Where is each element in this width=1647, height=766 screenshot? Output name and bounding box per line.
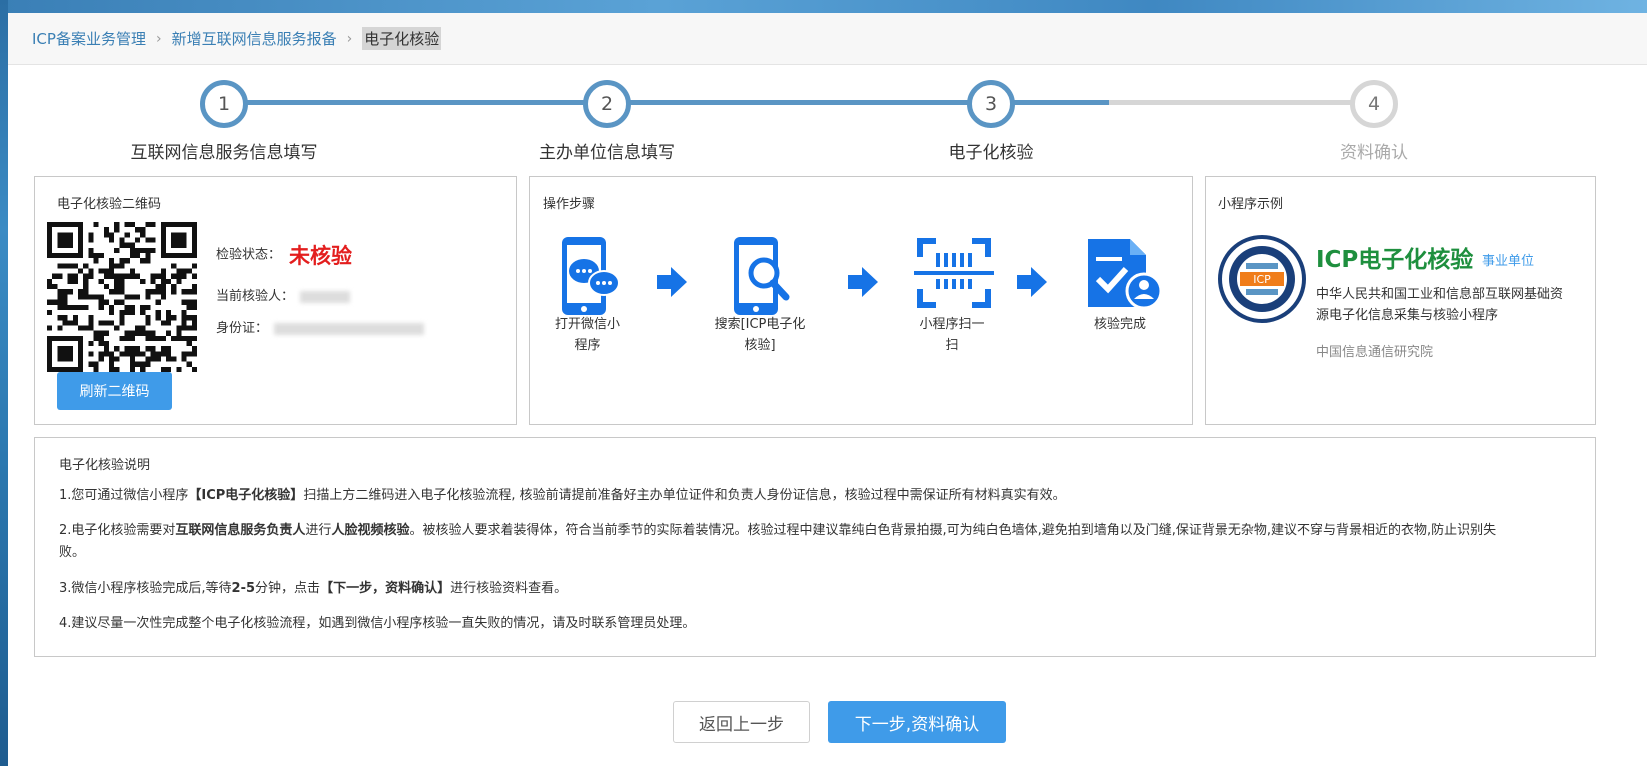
arrow-right-icon bbox=[1017, 267, 1047, 297]
miniprogram-panel-title: 小程序示例 bbox=[1218, 197, 1284, 212]
wechat-phone-icon bbox=[562, 237, 620, 315]
operation-steps-title: 操作步骤 bbox=[543, 197, 596, 212]
search-phone-icon bbox=[734, 237, 790, 315]
caict-logo-icon: ICP bbox=[1218, 235, 1306, 323]
top-banner bbox=[0, 0, 1647, 13]
miniprogram-tag: 事业单位 bbox=[1482, 254, 1535, 269]
miniprogram-title: ICP电子化核验 bbox=[1316, 247, 1474, 273]
step-label-1: 互联网信息服务信息填写 bbox=[130, 143, 318, 163]
scan-icon bbox=[914, 238, 994, 308]
step-circle-3: 3 bbox=[967, 80, 1015, 128]
step-label-2: 主办单位信息填写 bbox=[539, 143, 675, 163]
operation-step-3-label: 小程序扫一 扫 bbox=[919, 317, 985, 353]
miniprogram-example-panel: 小程序示例 ICP ICP电子化核验 事业单位 中华人民共和国工业和信息部互联网… bbox=[1205, 176, 1596, 425]
qr-panel-title: 电子化核验二维码 bbox=[57, 197, 162, 212]
step-circle-4: 4 bbox=[1350, 80, 1398, 128]
svg-text:ICP: ICP bbox=[1253, 273, 1271, 286]
status-badge: 未核验 bbox=[289, 244, 353, 268]
miniprogram-description: 中华人民共和国工业和信息部互联网基础资源电子化信息采集与核验小程序 bbox=[1316, 287, 1564, 323]
next-button[interactable]: 下一步,资料确认 bbox=[828, 701, 1006, 743]
step-label-4: 资料确认 bbox=[1340, 143, 1408, 163]
operation-step-2-label: 搜索[ICP电子化 核验] bbox=[714, 317, 806, 353]
step-circle-1: 1 bbox=[200, 80, 248, 128]
id-number-redacted bbox=[274, 322, 425, 335]
refresh-qr-button[interactable]: 刷新二维码 bbox=[57, 372, 172, 410]
progress-stepper: 1 2 3 4 互联网信息服务信息填写 主办单位信息填写 电子化核验 资料确认 bbox=[8, 13, 1647, 173]
id-row: 身份证： bbox=[216, 317, 425, 336]
status-label: 检验状态： bbox=[216, 247, 282, 263]
operation-steps-panel: 操作步骤 打开微信小 程序 搜索[ICP电子化 核验] 小程序扫一 扫 核验完成 bbox=[529, 176, 1193, 425]
main-panel: ICP备案业务管理 › 新增互联网信息服务报备 › 电子化核验 1 2 3 4 … bbox=[8, 13, 1647, 766]
qr-code-panel: 电子化核验二维码 检验状态： 未核验 当前核验人： 身份证： 刷新二维码 bbox=[34, 176, 517, 425]
explanation-item-2: 2.电子化核验需要对互联网信息服务负责人进行人脸视频核验。被核验人要求着装得体，… bbox=[59, 523, 1497, 560]
verifier-label: 当前核验人： bbox=[216, 289, 295, 304]
explanation-title: 电子化核验说明 bbox=[59, 458, 151, 473]
explanation-panel: 电子化核验说明 1.您可通过微信小程序【ICP电子化核验】扫描上方二维码进入电子… bbox=[34, 437, 1596, 657]
qr-code-icon bbox=[47, 222, 197, 372]
operation-step-4-label: 核验完成 bbox=[1093, 317, 1146, 332]
explanation-item-3: 3.微信小程序核验完成后,等待2-5分钟，点击【下一步，资料确认】进行核验资料查… bbox=[59, 581, 568, 596]
left-sidebar-edge bbox=[0, 0, 8, 766]
id-label: 身份证： bbox=[216, 321, 269, 336]
explanation-item-1: 1.您可通过微信小程序【ICP电子化核验】扫描上方二维码进入电子化核验流程, 核… bbox=[59, 488, 1066, 503]
status-row: 检验状态： 未核验 bbox=[216, 240, 352, 270]
step-label-3: 电子化核验 bbox=[948, 143, 1034, 163]
miniprogram-org: 中国信息通信研究院 bbox=[1316, 345, 1434, 360]
arrow-right-icon bbox=[848, 267, 878, 297]
back-button[interactable]: 返回上一步 bbox=[673, 701, 810, 743]
step-circle-2: 2 bbox=[583, 80, 631, 128]
operation-step-1-label: 打开微信小 程序 bbox=[554, 317, 620, 353]
arrow-right-icon bbox=[657, 267, 687, 297]
verifier-name-redacted bbox=[300, 290, 351, 303]
verifier-row: 当前核验人： bbox=[216, 285, 351, 304]
verified-document-icon bbox=[1088, 239, 1163, 310]
explanation-item-4: 4.建议尽量一次性完成整个电子化核验流程，如遇到微信小程序核验一直失败的情况，请… bbox=[59, 616, 696, 631]
